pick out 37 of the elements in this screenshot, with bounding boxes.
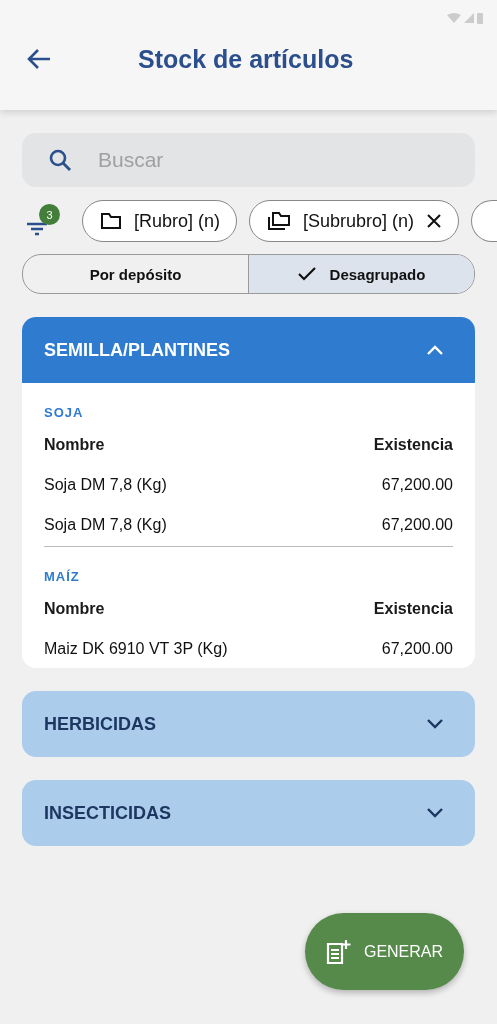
close-icon[interactable] <box>426 213 443 229</box>
signal-icon <box>464 12 474 23</box>
category-header[interactable]: HERBICIDAS <box>22 691 475 757</box>
screen-title: Stock de artículos <box>138 44 354 74</box>
table-cell: Soja DM 7,8 (Kg) <box>44 476 167 494</box>
battery-icon <box>477 11 483 24</box>
group-label: MAÍZ <box>44 569 81 584</box>
table-cell: 67,200.00 <box>381 516 453 534</box>
table-cell: 67,200.00 <box>381 640 453 658</box>
category-header[interactable]: SEMILLA/PLANTINES <box>22 317 475 383</box>
folders-icon <box>267 211 292 231</box>
check-icon <box>297 267 316 281</box>
group-label: SOJA <box>44 405 85 420</box>
generate-button[interactable]: GENERAR <box>305 913 464 990</box>
table-cell: 67,200.00 <box>381 476 453 494</box>
search-field[interactable]: Buscar <box>22 133 475 187</box>
filter-chip[interactable]: [Subrubro] (n) <box>249 200 460 242</box>
column-header: Existencia <box>373 436 453 454</box>
segment-button[interactable]: Desagrupado <box>248 255 474 293</box>
filter-count-badge: 3 <box>39 204 60 225</box>
filter-chip[interactable]: [Rubro] (n) <box>82 200 238 242</box>
filter-chip[interactable] <box>471 200 497 242</box>
chevron-icon <box>427 719 443 729</box>
wifi-icon <box>447 12 461 23</box>
column-header: Nombre <box>44 600 105 618</box>
add-document-icon <box>325 938 352 965</box>
segment-button[interactable]: Por depósito <box>23 255 248 293</box>
column-header: Existencia <box>373 600 453 618</box>
column-header: Nombre <box>44 436 105 454</box>
table-cell: Soja DM 7,8 (Kg) <box>44 516 167 534</box>
category-header[interactable]: INSECTICIDAS <box>22 780 475 846</box>
table-cell: Maiz DK 6910 VT 3P (Kg) <box>44 640 228 658</box>
chevron-icon <box>427 345 443 355</box>
folder-icon <box>100 212 122 230</box>
chevron-icon <box>427 808 443 818</box>
back-icon[interactable] <box>26 48 52 70</box>
search-icon <box>48 148 72 172</box>
